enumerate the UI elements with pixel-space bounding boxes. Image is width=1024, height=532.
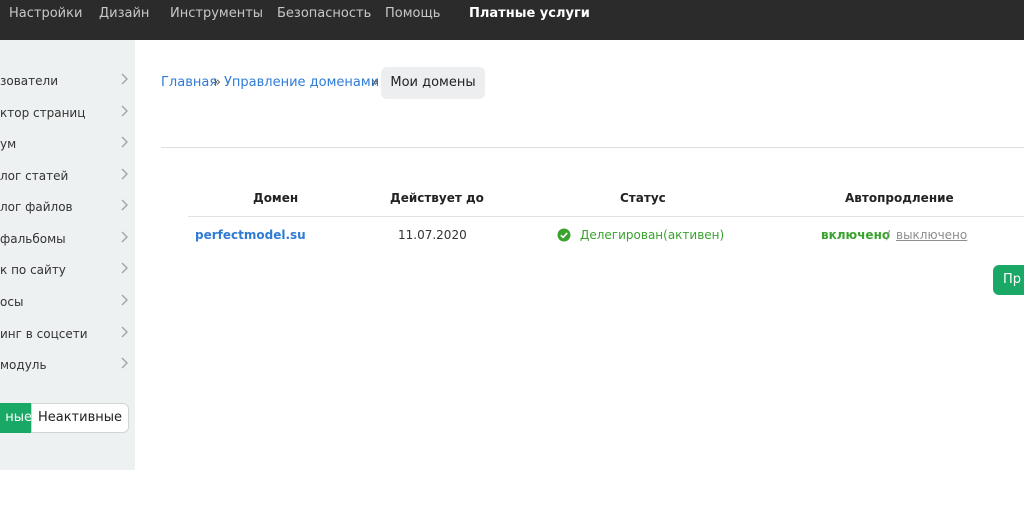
breadcrumb-separator: »: [371, 75, 379, 90]
sidebar-item-page-editor[interactable]: ктор страниц: [0, 102, 135, 132]
check-circle-icon: [557, 228, 571, 242]
chevron-right-icon: [121, 105, 128, 117]
breadcrumb-current: Мои домены: [381, 67, 485, 99]
chevron-right-icon: [121, 199, 128, 211]
sidebar-item-label: ктор страниц: [0, 106, 86, 120]
breadcrumb-separator: »: [213, 75, 221, 90]
action-button[interactable]: Пр: [993, 265, 1024, 295]
chevron-right-icon: [121, 262, 128, 274]
valid-until-date: 11.07.2020: [398, 228, 467, 242]
chevron-right-icon: [121, 326, 128, 338]
sidebar-item-article-catalog[interactable]: лог статей: [0, 165, 135, 195]
column-header-valid-until: Действует до: [390, 191, 484, 205]
divider: [161, 147, 1024, 148]
chevron-right-icon: [121, 136, 128, 148]
status-text: Делегирован(активен): [580, 228, 725, 242]
sidebar: зователи ктор страниц ум лог статей лог …: [0, 40, 135, 470]
autorenew-on-option[interactable]: включено: [821, 228, 890, 242]
sidebar-item-label: модуль: [0, 358, 47, 372]
nav-security[interactable]: Безопасность: [277, 6, 371, 21]
sidebar-item-site-search[interactable]: к по сайту: [0, 259, 135, 289]
chevron-right-icon: [121, 231, 128, 243]
sidebar-item-label: фальбомы: [0, 232, 66, 246]
active-toggle-button[interactable]: ные: [0, 403, 32, 433]
sidebar-item-file-catalog[interactable]: лог файлов: [0, 196, 135, 226]
sidebar-item-social-posting[interactable]: инг в соцсети: [0, 323, 135, 353]
chevron-right-icon: [121, 357, 128, 369]
column-header-autorenew: Автопродление: [845, 191, 954, 205]
inactive-toggle-button[interactable]: Неактивные: [31, 403, 129, 433]
sidebar-item-label: инг в соцсети: [0, 327, 88, 341]
nav-settings[interactable]: Настройки: [9, 6, 82, 21]
nav-design[interactable]: Дизайн: [99, 6, 149, 21]
column-header-domain: Домен: [253, 191, 299, 205]
autorenew-separator: /: [886, 228, 891, 242]
sidebar-item-label: лог статей: [0, 169, 69, 183]
chevron-right-icon: [121, 168, 128, 180]
nav-tools[interactable]: Инструменты: [170, 6, 263, 21]
sidebar-item-users[interactable]: зователи: [0, 70, 135, 100]
breadcrumb-home-link[interactable]: Главная: [161, 75, 217, 90]
sidebar-item-label: к по сайту: [0, 263, 66, 277]
sidebar-item-polls[interactable]: осы: [0, 291, 135, 321]
top-navigation-bar: Настройки Дизайн Инструменты Безопасност…: [0, 0, 1024, 40]
breadcrumb-domains-link[interactable]: Управление доменами: [224, 75, 379, 90]
sidebar-item-photo-albums[interactable]: фальбомы: [0, 228, 135, 258]
domain-link[interactable]: perfectmodel.su: [195, 228, 306, 242]
nav-paid-services[interactable]: Платные услуги: [469, 6, 590, 21]
chevron-right-icon: [121, 294, 128, 306]
autorenew-off-link[interactable]: выключено: [896, 228, 967, 242]
chevron-right-icon: [121, 73, 128, 85]
sidebar-item-module[interactable]: модуль: [0, 354, 135, 384]
column-header-status: Статус: [620, 191, 666, 205]
nav-help[interactable]: Помощь: [385, 6, 440, 21]
sidebar-item-label: осы: [0, 295, 24, 309]
table-header-divider: [188, 216, 1024, 217]
sidebar-item-label: лог файлов: [0, 200, 73, 214]
sidebar-item-label: зователи: [0, 74, 58, 88]
sidebar-item-forum[interactable]: ум: [0, 133, 135, 163]
sidebar-item-label: ум: [0, 137, 17, 151]
